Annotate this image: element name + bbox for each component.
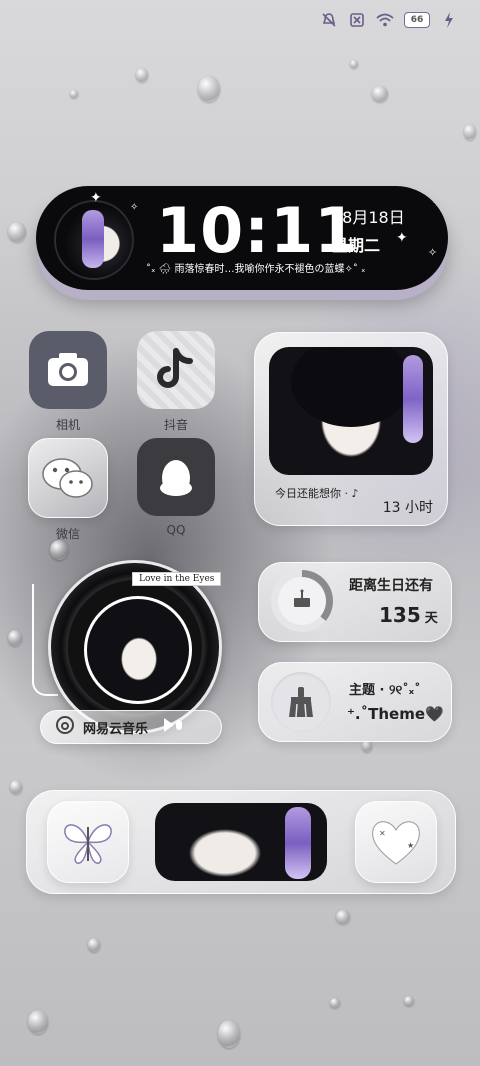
qq-penguin-icon — [137, 438, 215, 516]
play-icon[interactable] — [162, 717, 184, 737]
app-label: QQ — [166, 523, 186, 537]
raindrop — [464, 124, 476, 140]
theme-widget[interactable]: 主题 · ୨୧˚ₓ˚ ⁺.˚Theme🖤 — [258, 662, 452, 742]
app-wechat[interactable]: 微信 — [28, 438, 108, 542]
clock-time: 10:11 — [156, 194, 359, 267]
status-bar: 66 — [320, 12, 458, 28]
raindrop — [330, 998, 340, 1008]
butterfly-icon[interactable] — [47, 801, 129, 883]
clock-date: 08月18日 — [332, 208, 405, 227]
theme-subtitle: ⁺.˚Theme🖤 — [347, 705, 444, 723]
mute-icon — [320, 12, 338, 28]
wechat-icon — [28, 438, 108, 518]
sparkle-icon: ✦ — [432, 198, 441, 209]
raindrop — [70, 90, 78, 98]
song-tag: Love in the Eyes — [132, 572, 222, 586]
photo-widget[interactable]: 今日还能想你 · ♪ 13 小时 — [254, 332, 448, 526]
raindrop — [50, 540, 68, 560]
charging-icon — [440, 12, 458, 28]
music-app-name: 网易云音乐 — [83, 721, 149, 737]
netease-music-icon — [55, 715, 75, 739]
photo-hours: 13 小时 — [382, 500, 433, 516]
app-camera[interactable]: 相机 — [28, 331, 108, 433]
tiktok-icon — [137, 331, 215, 409]
raindrop — [218, 1020, 240, 1048]
heart-icon[interactable]: ✕ ★ — [355, 801, 437, 883]
clock-lyric: ˚ₓ 🌧 雨落惊春时…我喻你作永不褪色の蓝蝶✧˚ ₓ — [146, 264, 366, 275]
cake-icon — [291, 588, 313, 614]
photo-caption: 今日还能想你 · ♪ — [275, 487, 359, 500]
camera-icon — [29, 331, 107, 409]
app-douyin[interactable]: 抖音 — [136, 331, 216, 433]
wifi-icon — [376, 12, 394, 28]
album-art — [84, 596, 192, 704]
raindrop — [198, 76, 220, 102]
app-label: 相机 — [55, 418, 80, 432]
portrait-banner[interactable] — [155, 803, 327, 881]
sparkle-icon: ✦ — [396, 230, 408, 246]
countdown-days: 135 — [379, 603, 421, 627]
svg-text:★: ★ — [407, 841, 414, 850]
dock-widget: ✕ ★ — [26, 790, 456, 894]
raindrop — [336, 910, 350, 924]
clock-weekday: 星期二 — [332, 236, 381, 255]
raindrop — [8, 630, 22, 646]
birthday-countdown-widget[interactable]: 距离生日还有 135 天 — [258, 562, 452, 642]
raindrop — [404, 996, 414, 1006]
app-qq[interactable]: QQ — [136, 438, 216, 537]
countdown-progress-ring — [271, 570, 333, 632]
raindrop — [350, 60, 358, 68]
battery-level: 66 — [410, 15, 424, 25]
sparkle-icon: ✧ — [428, 246, 438, 259]
raindrop — [88, 938, 100, 952]
countdown-title: 距离生日还有 — [349, 578, 433, 594]
raindrop — [28, 1010, 48, 1034]
battery-indicator: 66 — [404, 12, 430, 28]
raindrop — [136, 68, 148, 82]
svg-text:✕: ✕ — [379, 829, 386, 838]
theme-title: 主题 · ୨୧˚ₓ˚ — [349, 683, 421, 698]
raindrop — [10, 780, 22, 794]
broom-icon — [271, 672, 331, 732]
sparkle-icon: ✧ — [130, 202, 139, 213]
raindrop — [372, 86, 388, 102]
countdown-unit: 天 — [424, 611, 438, 626]
music-widget[interactable]: Love in the Eyes 网易云音乐 — [32, 560, 226, 746]
sparkle-icon: ✦ — [90, 190, 102, 206]
portrait-image — [269, 347, 433, 475]
raindrop — [8, 222, 26, 242]
no-sim-icon — [348, 12, 366, 28]
music-player-bar[interactable]: 网易云音乐 — [40, 710, 222, 744]
vinyl-record — [48, 560, 222, 734]
app-label: 抖音 — [163, 418, 188, 432]
clock-avatar-image — [54, 200, 134, 280]
clock-widget[interactable]: ✦ ✧ ✦ ✧ ✦ 10:11 08月18日 星期二 ˚ₓ 🌧 雨落惊春时…我喻… — [36, 186, 448, 290]
app-label: 微信 — [55, 527, 80, 541]
